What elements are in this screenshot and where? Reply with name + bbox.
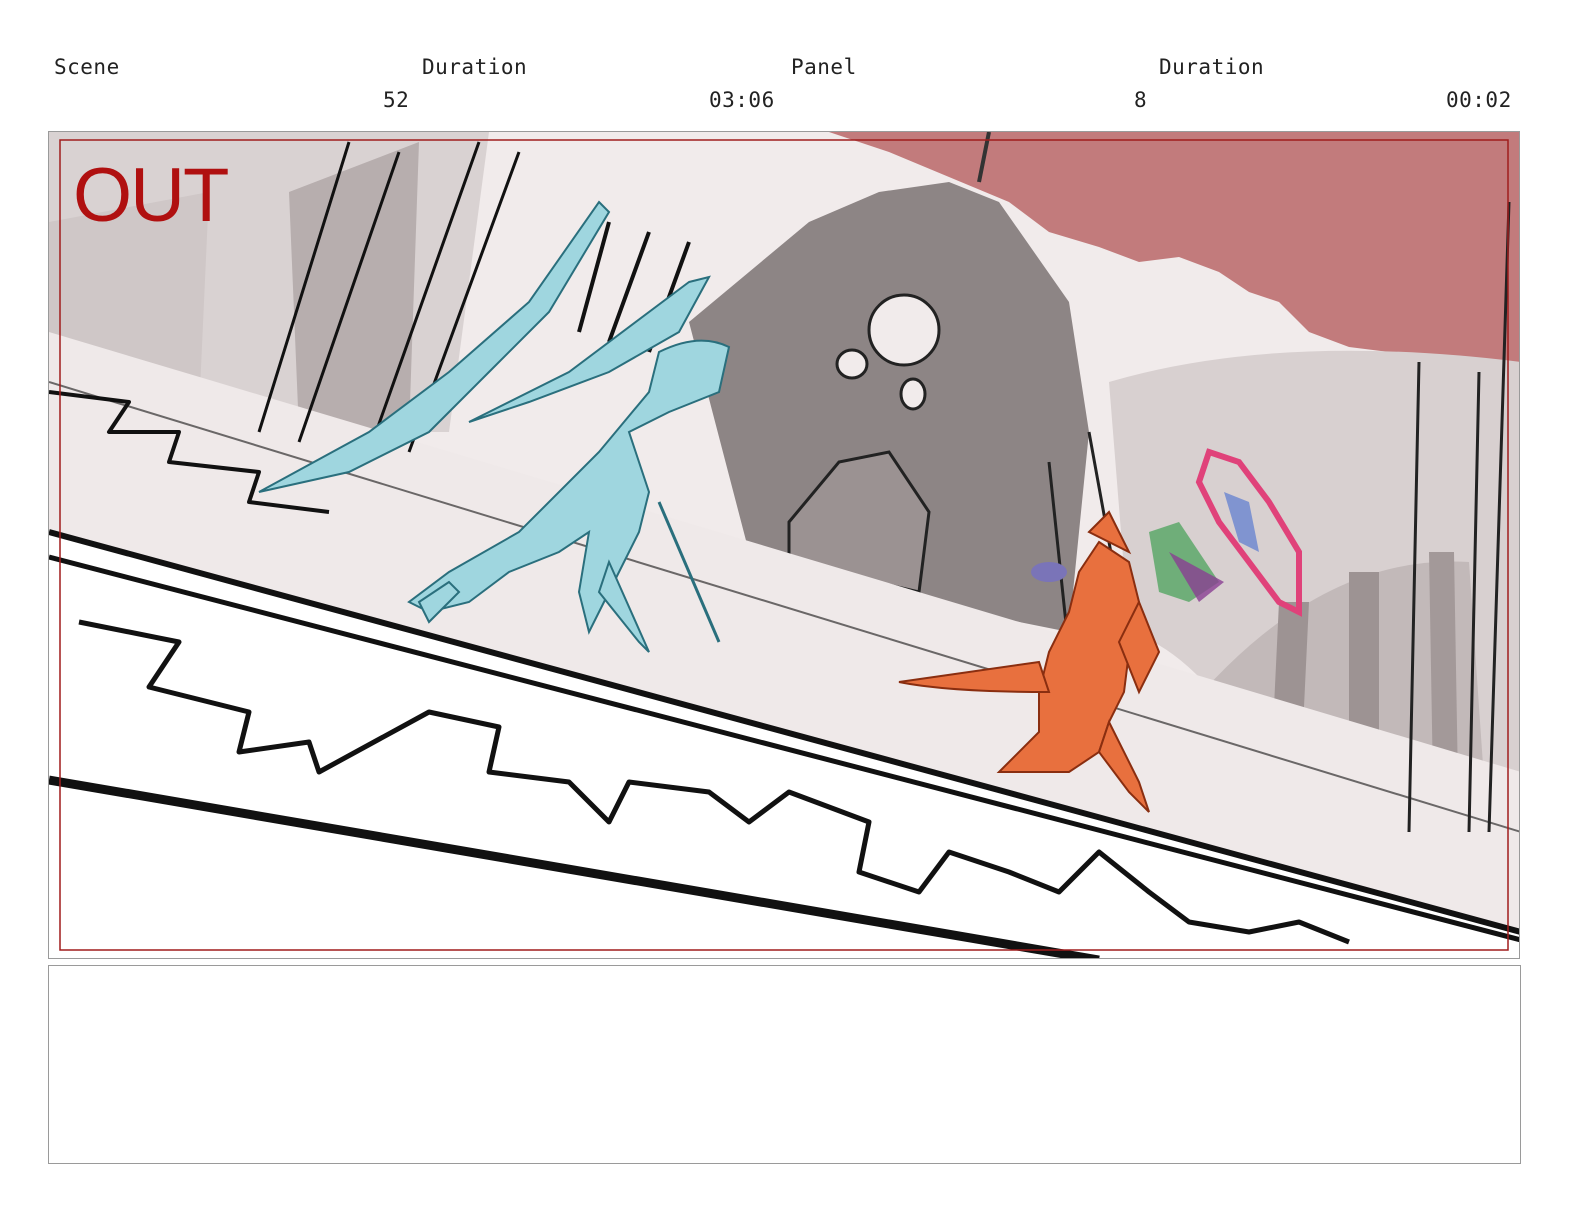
scene-label: Scene [54,55,120,79]
scene-duration-label: Duration [422,55,528,79]
panel-illustration [49,132,1519,958]
notes-box[interactable] [48,965,1521,1164]
storyboard-panel-image: OUT [48,131,1520,959]
scene-number: 52 [383,88,410,112]
scene-duration-value: 03:06 [709,88,775,112]
out-label: OUT [73,153,229,238]
panel-duration-label: Duration [1159,55,1265,79]
panel-number: 8 [1134,88,1148,112]
panel-label: Panel [791,55,857,79]
panel-duration-value: 00:02 [1446,88,1512,112]
